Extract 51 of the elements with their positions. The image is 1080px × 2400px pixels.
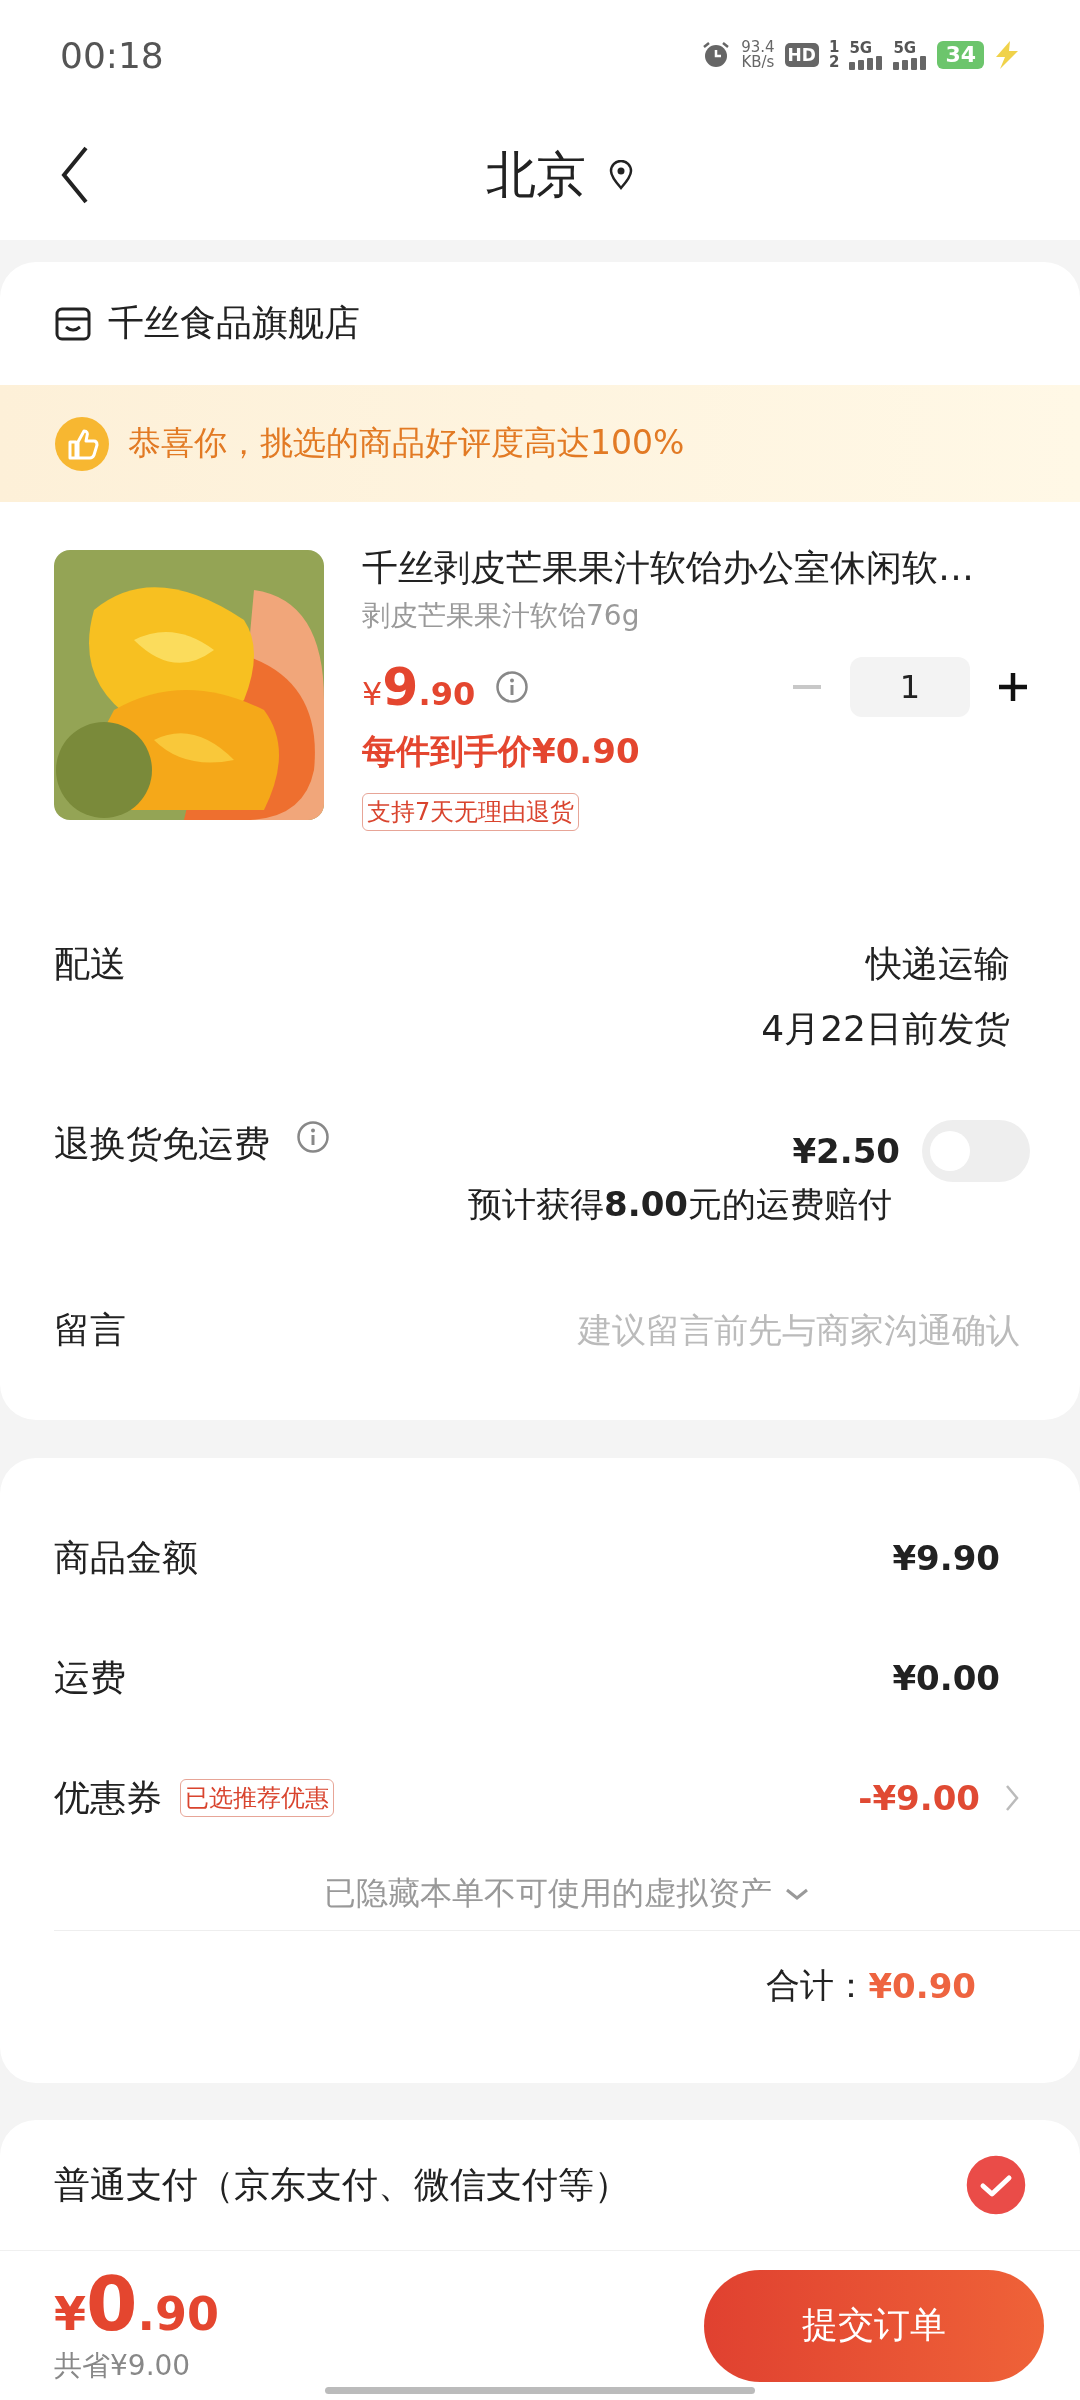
status-time: 00:18 bbox=[60, 34, 164, 76]
payment-option[interactable]: 普通支付（京东支付、微信支付等） bbox=[54, 2160, 630, 2210]
summary-label: 商品金额 bbox=[54, 1535, 198, 1580]
unit-price: 每件到手价¥0.90 bbox=[362, 730, 641, 773]
sim-number: 1 bbox=[828, 40, 840, 55]
return-shipping-price: ¥2.50 bbox=[792, 1131, 900, 1171]
network-type: 5G bbox=[849, 40, 873, 56]
total-value: ¥0.90 bbox=[868, 1966, 976, 2006]
hd-badge: HD bbox=[784, 43, 819, 67]
plus-icon[interactable] bbox=[996, 670, 1030, 704]
thumbs-up-icon bbox=[54, 415, 110, 472]
page-title: 北京 bbox=[486, 144, 586, 206]
quantity-field[interactable]: 1 bbox=[850, 657, 970, 717]
store-icon bbox=[54, 305, 92, 342]
signal-icon bbox=[893, 55, 928, 70]
ship-date: 4月22日前发货 bbox=[761, 1007, 1010, 1051]
location-pin-icon[interactable] bbox=[608, 160, 634, 190]
return-shipping-label: 退换货免运费 bbox=[54, 1122, 270, 1166]
summary-value: ¥9.90 bbox=[892, 1538, 1000, 1578]
store-name[interactable]: 千丝食品旗舰店 bbox=[108, 299, 360, 348]
speed-unit: KB/s bbox=[741, 55, 775, 70]
product-title[interactable]: 千丝剥皮芒果果汁软饴办公室休闲软… bbox=[362, 544, 1030, 593]
signal-icon bbox=[849, 55, 884, 70]
coupon-tag: 已选推荐优惠 bbox=[180, 1779, 334, 1817]
message-field[interactable]: 建议留言前先与商家沟通确认 bbox=[460, 1310, 1020, 1350]
sim-number: 2 bbox=[828, 55, 840, 70]
total-label: 合计： bbox=[766, 1964, 869, 2007]
delivery-method[interactable]: 快递运输 bbox=[866, 940, 1010, 989]
info-icon[interactable] bbox=[495, 670, 530, 704]
summary-label: 运费 bbox=[54, 1655, 126, 1700]
message-label: 留言 bbox=[54, 1307, 126, 1352]
network-speed: 93.4 bbox=[741, 40, 775, 55]
return-policy-tag: 支持7天无理由退货 bbox=[362, 793, 580, 831]
coupon-discount[interactable]: -¥9.00 bbox=[858, 1778, 980, 1818]
product-price: ¥9.90 bbox=[362, 657, 476, 717]
info-icon[interactable] bbox=[296, 1120, 330, 1154]
banner-text: 恭喜你，挑选的商品好评度高达100% bbox=[128, 422, 685, 464]
savings-text: 共省¥9.00 bbox=[54, 2347, 192, 2384]
back-icon[interactable] bbox=[60, 145, 90, 205]
network-type: 5G bbox=[893, 40, 917, 56]
check-icon[interactable] bbox=[966, 2155, 1026, 2215]
submit-order-button[interactable]: 提交订单 bbox=[704, 2269, 1044, 2382]
chevron-down-icon[interactable] bbox=[784, 1886, 810, 1902]
product-spec: 剥皮芒果果汁软饴76g bbox=[362, 598, 641, 634]
battery-level: 34 bbox=[937, 41, 984, 69]
order-total: ¥0.90 bbox=[54, 2266, 219, 2341]
chevron-right-icon[interactable] bbox=[1004, 1783, 1020, 1813]
summary-value: ¥0.00 bbox=[892, 1658, 1000, 1698]
delivery-label: 配送 bbox=[54, 942, 126, 986]
compensation-note: 预计获得8.00元的运费赔付 bbox=[468, 1183, 892, 1226]
coupon-label: 优惠券 bbox=[54, 1775, 162, 1820]
